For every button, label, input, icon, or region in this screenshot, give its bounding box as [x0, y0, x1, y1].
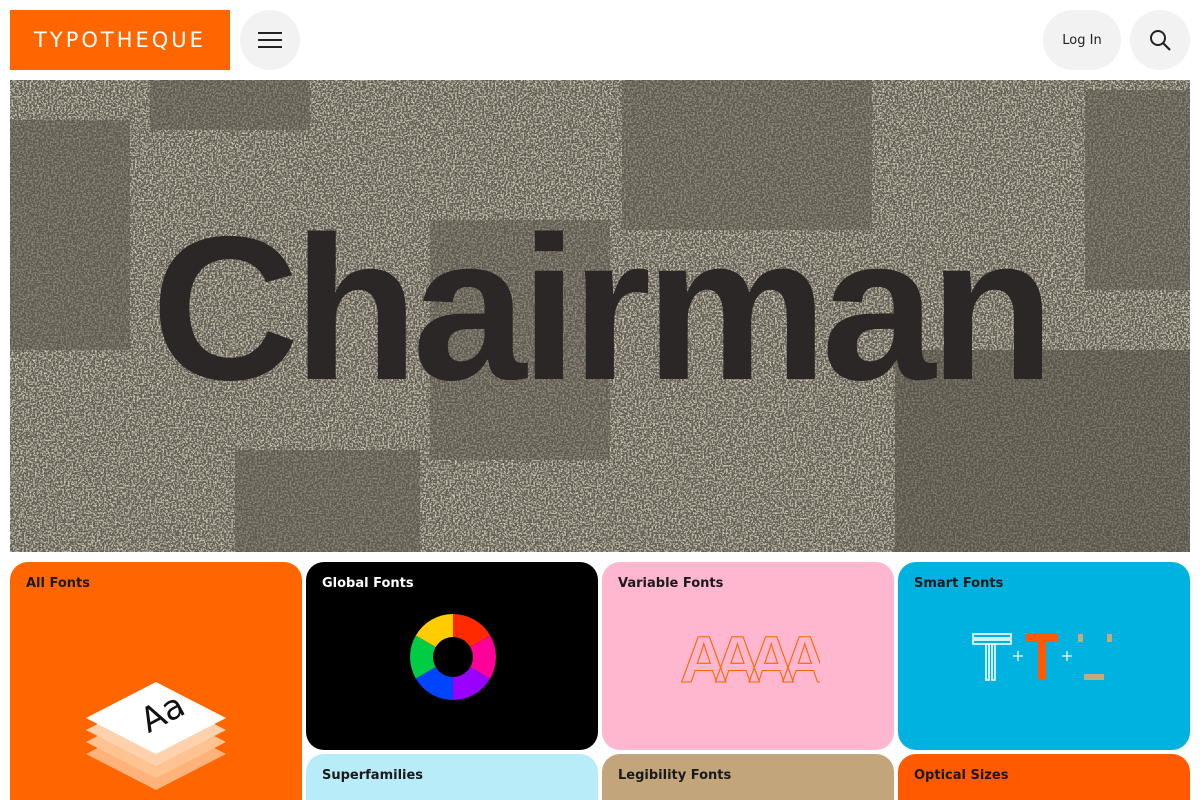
smart-glyphs-illustration: [972, 633, 1112, 681]
card-superfamilies[interactable]: Superfamilies: [306, 754, 598, 800]
card-label: Legibility Fonts: [618, 768, 732, 783]
card-smart-fonts[interactable]: Smart Fonts: [898, 562, 1190, 750]
card-label: All Fonts: [26, 576, 90, 591]
logo-text: TYPOTHEQUE: [34, 28, 206, 52]
card-label: Superfamilies: [322, 768, 424, 783]
card-label: Variable Fonts: [618, 576, 724, 591]
menu-button[interactable]: [240, 10, 300, 70]
typotheque-logo[interactable]: TYPOTHEQUE: [10, 10, 230, 70]
card-optical-sizes[interactable]: Optical Sizes: [898, 754, 1190, 800]
card-label: Global Fonts: [322, 576, 414, 591]
login-button[interactable]: Log In: [1043, 10, 1121, 70]
search-icon: [1150, 30, 1171, 51]
svg-text:AAAA: AAAA: [680, 624, 820, 688]
card-all-fonts[interactable]: All Fonts Aa: [10, 562, 302, 800]
card-legibility-fonts[interactable]: Legibility Fonts: [602, 754, 894, 800]
hero-title: Chairman: [151, 194, 1055, 423]
hero-banner[interactable]: Chairman: [10, 80, 1190, 552]
stacked-layers-illustration: Aa: [86, 682, 226, 790]
card-variable-fonts[interactable]: Variable Fonts AAAA: [602, 562, 894, 750]
search-button[interactable]: [1130, 10, 1190, 70]
variable-glyphs-illustration: AAAA: [679, 624, 820, 688]
card-label: Smart Fonts: [914, 576, 1004, 591]
card-global-fonts[interactable]: Global Fonts: [306, 562, 598, 750]
color-wheel-illustration: [410, 614, 496, 700]
card-label: Optical Sizes: [914, 768, 1009, 783]
hamburger-icon: [258, 32, 282, 48]
